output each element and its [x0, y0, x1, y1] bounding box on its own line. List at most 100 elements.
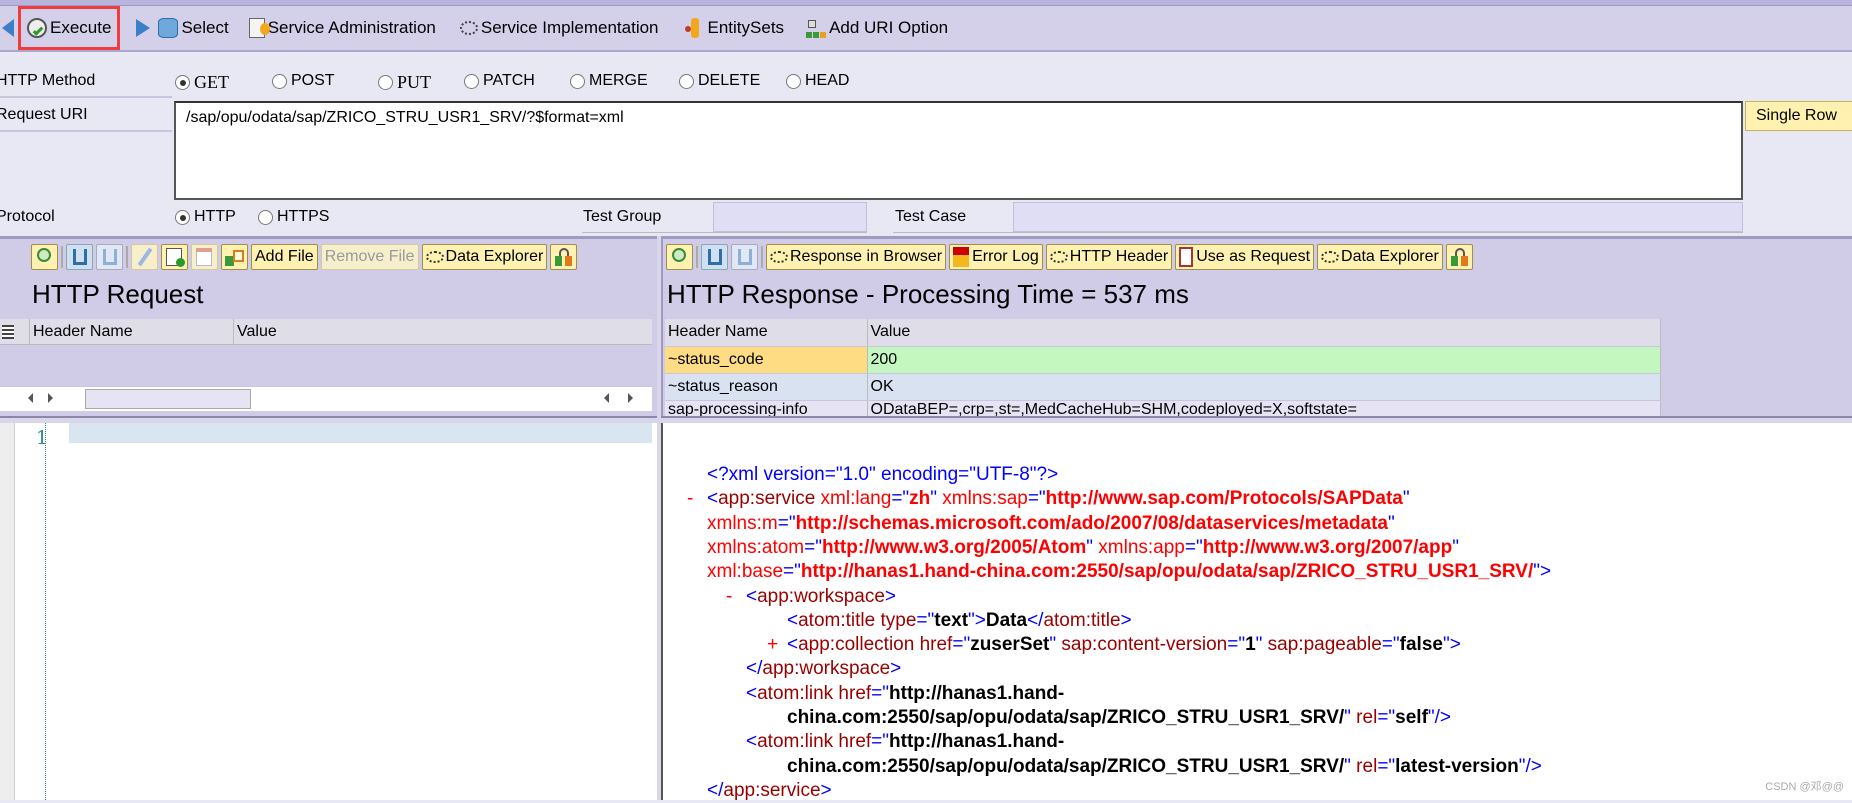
scrollbar-thumb[interactable] — [85, 389, 251, 409]
scroll-left-arrow[interactable] — [28, 393, 33, 403]
entitysets-label: EntitySets — [707, 18, 785, 37]
method-radio-post[interactable]: POST — [272, 72, 335, 90]
http-method-label: HTTP Method — [0, 72, 96, 89]
label-divider — [0, 96, 172, 98]
xml-token: rel — [1350, 707, 1378, 728]
xml-token: < — [746, 585, 758, 607]
layout-settings-icon[interactable] — [1445, 244, 1473, 270]
method-label: PATCH — [483, 72, 535, 89]
select-button[interactable]: Select — [130, 9, 234, 47]
add-row-icon[interactable] — [161, 244, 188, 270]
xml-token: href — [833, 731, 872, 753]
current-line-highlight — [69, 423, 652, 443]
collapse-node-toggle[interactable]: - — [726, 585, 732, 609]
single-row-button[interactable]: Single Row — [1745, 101, 1852, 131]
xml-token: < — [787, 609, 799, 631]
request-header-table-header: Header Name Value — [0, 319, 652, 345]
expand-node-toggle[interactable]: + — [767, 633, 778, 657]
horizontal-splitter[interactable] — [0, 416, 1852, 423]
http-header-button[interactable]: HTTP Header — [1045, 244, 1173, 270]
find-icon[interactable] — [31, 244, 58, 270]
remove-row-icon[interactable] — [191, 244, 218, 270]
method-radio-merge[interactable]: MERGE — [570, 72, 648, 90]
layout-settings-icon[interactable] — [550, 244, 578, 270]
use-as-request-icon — [1179, 247, 1194, 267]
scroll-right-arrow[interactable] — [48, 393, 53, 403]
xml-line: <app:workspace> — [746, 585, 896, 609]
xml-token: </ — [746, 658, 763, 680]
radio-circle — [175, 75, 190, 90]
service-administration-button[interactable]: Service Administration — [243, 9, 442, 47]
xml-token: sap:pageable — [1262, 634, 1382, 656]
request-data-explorer-button[interactable]: Data Explorer — [421, 244, 548, 270]
xml-token: " — [1344, 755, 1351, 777]
xml-token: http://www.w3.org/2005/Atom — [821, 536, 1087, 558]
protocol-radio-https[interactable]: HTTPS — [258, 208, 329, 226]
binoculars-icon[interactable] — [701, 244, 728, 270]
execute-button[interactable]: Execute — [18, 6, 121, 50]
column-header-value[interactable]: Value — [234, 319, 280, 344]
column-header-name[interactable]: Header Name — [665, 319, 868, 347]
header-value-cell: OK — [867, 373, 1661, 401]
request-uri-input[interactable]: /sap/opu/odata/sap/ZRICO_STRU_USR1_SRV/?… — [174, 101, 1743, 200]
http-response-title: HTTP Response - Processing Time = 537 ms — [667, 279, 1189, 309]
column-settings-icon[interactable] — [0, 319, 30, 345]
collapse-node-toggle[interactable]: - — [687, 487, 693, 511]
back-arrow-icon[interactable] — [2, 19, 14, 37]
xml-token: type — [875, 609, 917, 631]
add-file-button[interactable]: Add File — [251, 244, 318, 270]
method-radio-get[interactable]: GET — [175, 72, 229, 93]
xml-token: =" — [871, 731, 890, 753]
column-header-value[interactable]: Value — [867, 319, 1661, 347]
table-row[interactable]: ~status_code 200 — [665, 346, 1661, 374]
use-as-request-button[interactable]: Use as Request — [1175, 244, 1315, 270]
error-log-icon — [953, 247, 970, 267]
line-number: 1 — [36, 427, 49, 449]
remove-file-button[interactable]: Remove File — [320, 244, 419, 270]
method-radio-patch[interactable]: PATCH — [464, 72, 535, 90]
find-next-icon[interactable] — [731, 244, 758, 270]
entitysets-button[interactable]: EntitySets — [679, 9, 791, 47]
table-row[interactable]: ~status_reason OK — [665, 373, 1661, 401]
method-label: PUT — [397, 72, 432, 92]
xml-token: href — [833, 682, 872, 704]
protocol-radio-http[interactable]: HTTP — [175, 208, 236, 226]
binoculars-icon[interactable] — [66, 244, 93, 270]
response-body-xml-view[interactable]: <?xml version="1.0" encoding="UTF-8"?> - <… — [661, 423, 1852, 803]
test-case-input[interactable] — [1013, 202, 1743, 232]
xml-line: china.com:2550/sap/opu/odata/sap/ZRICO_S… — [787, 706, 1451, 730]
xml-line: </app:service> — [707, 779, 832, 803]
column-header-name[interactable]: Header Name — [30, 319, 234, 344]
method-radio-put[interactable]: PUT — [378, 72, 431, 93]
request-table-hscrollbar[interactable] — [0, 386, 652, 411]
scroll-left-arrow[interactable] — [604, 393, 609, 403]
radio-circle — [175, 209, 190, 225]
http-request-panel: Add File Remove File Data Explorer HTTP … — [0, 236, 657, 420]
upload-file-icon[interactable] — [221, 244, 248, 270]
xml-token: =" — [1027, 488, 1046, 510]
method-radio-delete[interactable]: DELETE — [679, 72, 760, 90]
test-case-label: Test Case — [895, 208, 967, 225]
request-body-editor[interactable]: 1 — [0, 423, 657, 800]
error-log-button[interactable]: Error Log — [949, 244, 1043, 270]
scroll-right-arrow[interactable] — [628, 393, 633, 403]
find-next-icon[interactable] — [96, 244, 123, 270]
response-data-explorer-button[interactable]: Data Explorer — [1317, 244, 1443, 270]
toolbar-separator — [696, 246, 698, 268]
find-icon[interactable] — [666, 244, 693, 270]
service-admin-icon — [248, 18, 270, 38]
xml-token: atom:link — [757, 731, 834, 753]
method-radio-head[interactable]: HEAD — [786, 72, 849, 90]
test-group-input[interactable] — [713, 202, 867, 232]
response-in-browser-button[interactable]: Response in Browser — [766, 244, 947, 270]
xml-line: <atom:link href="http://hanas1.hand- — [746, 682, 1064, 706]
xml-token: zh — [909, 488, 931, 510]
add-uri-option-button[interactable]: Add URI Option — [800, 9, 954, 47]
method-label: HEAD — [805, 72, 850, 89]
xml-token: text — [934, 609, 969, 631]
xml-token: app:workspace — [757, 585, 885, 607]
error-log-label: Error Log — [972, 248, 1039, 265]
select-label: Select — [181, 18, 229, 37]
pencil-edit-icon[interactable] — [131, 244, 158, 270]
service-implementation-button[interactable]: Service Implementation — [454, 9, 665, 47]
